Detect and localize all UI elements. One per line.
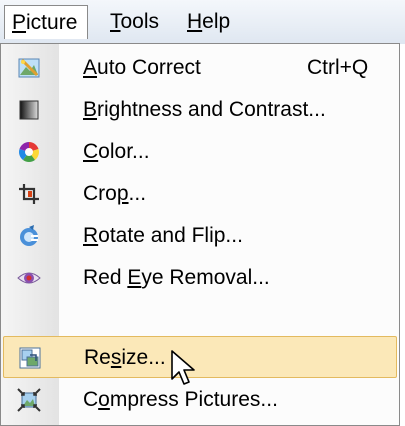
mouse-pointer-icon	[171, 350, 195, 385]
menu-item-compress-pictures[interactable]: Compress Pictures...	[3, 379, 397, 421]
picture-dropdown-menu: Auto Correct Ctrl+Q Brightness and Contr…	[0, 43, 400, 426]
menu-tools-mnemonic: T	[110, 10, 121, 33]
menu-help[interactable]: Help	[187, 5, 247, 39]
menu-item-auto-correct[interactable]: Auto Correct Ctrl+Q	[3, 47, 397, 89]
red-eye-icon	[17, 272, 41, 284]
screen: Picture Tools Help Auto Correct Ctrl+Q B…	[0, 0, 405, 426]
menu-item-brightness-contrast[interactable]: Brightness and Contrast...	[3, 89, 397, 131]
menu-picture[interactable]: Picture	[4, 5, 88, 39]
menu-picture-label: icture	[26, 11, 78, 34]
crop-icon	[19, 184, 39, 204]
menu-item-rotate-flip[interactable]: Rotate and Flip...	[3, 215, 397, 257]
menu-item-label: Resize...	[84, 346, 166, 369]
menu-item-label: Color...	[83, 140, 150, 163]
auto-correct-icon	[18, 58, 40, 78]
menu-tools[interactable]: Tools	[110, 5, 176, 39]
menu-item-crop[interactable]: Crop...	[3, 173, 397, 215]
shortcut-text: Ctrl+Q	[307, 56, 369, 79]
menu-item-red-eye-removal[interactable]: Red Eye Removal...	[3, 257, 397, 299]
compress-pictures-icon	[17, 388, 41, 412]
menu-item-resize[interactable]: Resize...	[3, 336, 397, 378]
menu-picture-mnemonic: P	[12, 11, 27, 34]
brightness-contrast-icon	[19, 100, 39, 120]
color-wheel-icon	[19, 142, 39, 162]
menu-item-label: Crop...	[83, 182, 147, 205]
menu-tools-label: ools	[120, 10, 160, 33]
menu-bar: Picture Tools Help	[0, 0, 405, 44]
menu-help-mnemonic: H	[187, 10, 203, 33]
menu-help-label: elp	[202, 10, 231, 33]
menu-item-label: Red Eye Removal...	[83, 266, 270, 289]
rotate-flip-icon	[20, 225, 38, 246]
menu-item-label: Auto Correct	[83, 56, 201, 79]
menu-item-label: Rotate and Flip...	[83, 224, 243, 247]
menu-item-label: Brightness and Contrast...	[83, 98, 326, 121]
resize-icon	[19, 347, 41, 369]
menu-item-color[interactable]: Color...	[3, 131, 397, 173]
